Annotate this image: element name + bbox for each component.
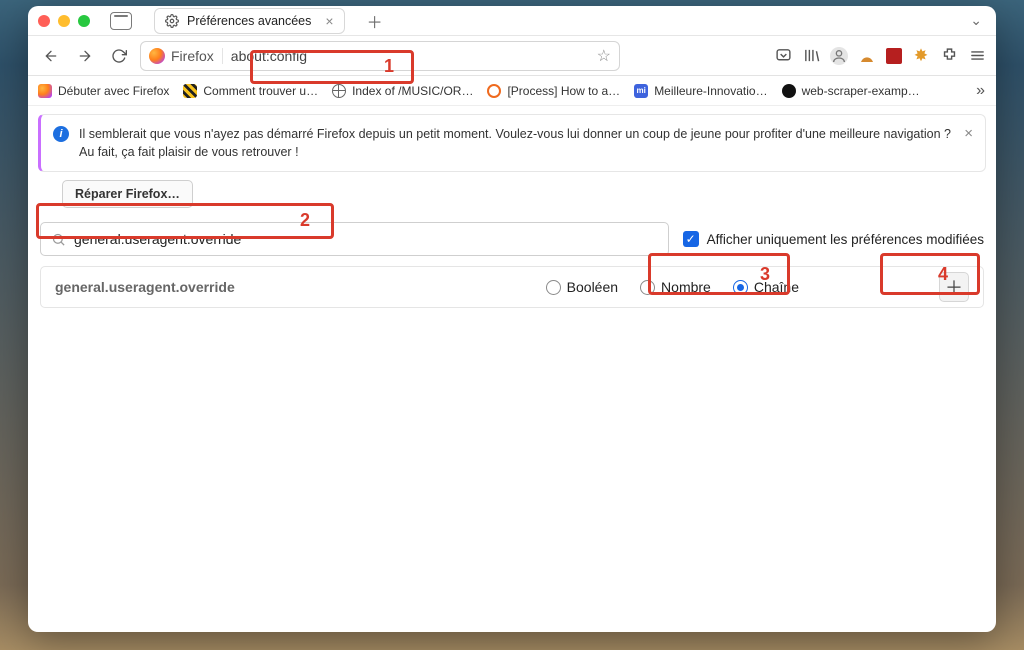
account-icon[interactable] <box>830 47 848 65</box>
radio-boolean[interactable]: Booléen <box>546 279 618 295</box>
window-close-button[interactable] <box>38 15 50 27</box>
tab-close-icon[interactable]: × <box>325 14 333 28</box>
location-text: about:config <box>231 48 589 64</box>
search-icon <box>51 232 66 247</box>
bookmarks-bar: Débuter avec Firefox Comment trouver u… … <box>28 76 996 106</box>
forward-button[interactable] <box>72 43 98 69</box>
back-button[interactable] <box>38 43 64 69</box>
browser-window: Préférences avancées × ＋ ⌄ Firefox about… <box>28 6 996 632</box>
gear-icon <box>165 14 179 28</box>
pref-row: general.useragent.override Booléen Nombr… <box>40 266 984 308</box>
config-search-row: general.useragent.override ✓ Afficher un… <box>28 218 996 266</box>
window-titlebar: Préférences avancées × ＋ ⌄ <box>28 6 996 36</box>
extension-icon-2[interactable] <box>886 48 902 64</box>
window-minimize-button[interactable] <box>58 15 70 27</box>
pref-search-input[interactable]: general.useragent.override <box>40 222 669 256</box>
traffic-lights <box>38 15 90 27</box>
new-tab-button[interactable]: ＋ <box>363 9 387 33</box>
bookmark-item[interactable]: Débuter avec Firefox <box>38 84 169 98</box>
checkbox-label: Afficher uniquement les préférences modi… <box>707 232 984 247</box>
bookmark-item[interactable]: Index of /MUSIC/OR… <box>332 84 473 98</box>
radio-string[interactable]: Chaîne <box>733 279 799 295</box>
bookmark-label: Comment trouver u… <box>203 84 318 98</box>
window-maximize-button[interactable] <box>78 15 90 27</box>
favicon-icon <box>183 84 197 98</box>
tab-title: Préférences avancées <box>187 14 311 28</box>
modified-only-checkbox[interactable]: ✓ Afficher uniquement les préférences mo… <box>683 231 984 247</box>
infobar-message: Il semblerait que vous n'ayez pas démarr… <box>79 125 954 161</box>
radio-number[interactable]: Nombre <box>640 279 711 295</box>
infobar-close-icon[interactable]: × <box>964 125 973 142</box>
bookmark-item[interactable]: web-scraper-examp… <box>782 84 920 98</box>
radio-label: Chaîne <box>754 279 799 295</box>
firefox-logo-icon <box>149 48 165 64</box>
tab-overflow-chevron-icon[interactable]: ⌄ <box>970 12 982 29</box>
favicon-icon: mi <box>634 84 648 98</box>
pref-name: general.useragent.override <box>55 279 235 295</box>
navigation-toolbar: Firefox about:config ☆ ✸ <box>28 36 996 76</box>
favicon-icon <box>332 84 346 98</box>
site-identity[interactable]: Firefox <box>149 48 223 64</box>
bookmark-label: web-scraper-examp… <box>802 84 920 98</box>
info-icon <box>53 126 69 142</box>
radio-label: Nombre <box>661 279 711 295</box>
extension-icon-1[interactable] <box>858 47 876 65</box>
checkbox-checked-icon: ✓ <box>683 231 699 247</box>
extensions-icon[interactable] <box>940 47 958 65</box>
notification-infobar: Il semblerait que vous n'ayez pas démarr… <box>38 114 986 172</box>
browser-tab-active[interactable]: Préférences avancées × <box>154 8 345 34</box>
library-icon[interactable] <box>802 47 820 65</box>
extension-icon-3[interactable]: ✸ <box>912 47 930 65</box>
bookmarks-overflow-icon[interactable]: » <box>976 82 986 100</box>
bookmark-item[interactable]: mi Meilleure-Innovatio… <box>634 84 767 98</box>
favicon-icon <box>38 84 52 98</box>
bookmark-label: Index of /MUSIC/OR… <box>352 84 473 98</box>
radio-icon <box>733 280 748 295</box>
address-bar[interactable]: Firefox about:config ☆ <box>140 41 620 71</box>
identity-label: Firefox <box>171 48 214 64</box>
bookmark-label: Débuter avec Firefox <box>58 84 169 98</box>
favicon-icon <box>782 84 796 98</box>
pocket-icon[interactable] <box>774 47 792 65</box>
pref-type-radio-group: Booléen Nombre Chaîne <box>546 279 799 295</box>
favicon-icon <box>487 84 501 98</box>
bookmark-label: [Process] How to a… <box>507 84 620 98</box>
bookmark-star-icon[interactable]: ☆ <box>597 46 611 66</box>
radio-icon <box>546 280 561 295</box>
sidebar-toggle-icon[interactable] <box>110 12 132 30</box>
radio-icon <box>640 280 655 295</box>
add-pref-button[interactable]: ＋ <box>939 272 969 302</box>
repair-firefox-button[interactable]: Réparer Firefox… <box>62 180 193 208</box>
search-value: general.useragent.override <box>74 231 241 247</box>
app-menu-icon[interactable] <box>968 47 986 65</box>
bookmark-item[interactable]: Comment trouver u… <box>183 84 318 98</box>
bookmark-item[interactable]: [Process] How to a… <box>487 84 620 98</box>
bookmark-label: Meilleure-Innovatio… <box>654 84 767 98</box>
radio-label: Booléen <box>567 279 618 295</box>
reload-button[interactable] <box>106 43 132 69</box>
